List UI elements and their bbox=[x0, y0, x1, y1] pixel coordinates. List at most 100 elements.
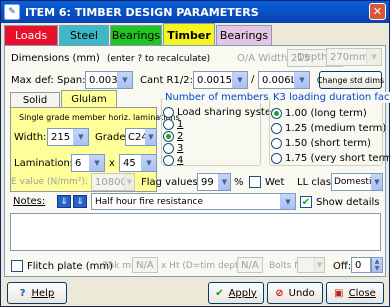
members-option-3[interactable]: 3 bbox=[163, 143, 183, 154]
lamination-thickness-value: 45 bbox=[123, 157, 136, 169]
wet-label: Wet bbox=[265, 176, 285, 188]
k3-option-label: 1.75 (very short term) bbox=[285, 153, 390, 164]
members-title: Number of members bbox=[163, 92, 271, 103]
off-input[interactable]: 0 bbox=[351, 257, 371, 273]
laminations-select[interactable]: 6 ▼ bbox=[71, 154, 105, 172]
percent-label: % bbox=[234, 177, 244, 188]
chevron-down-icon: ▼ bbox=[366, 49, 381, 65]
help-icon: ? bbox=[19, 287, 26, 299]
checkbox-icon bbox=[11, 260, 23, 272]
members-option-label: 3 bbox=[177, 143, 184, 154]
grade-value: C24 bbox=[128, 131, 145, 143]
tab-glulam[interactable]: Glulam bbox=[61, 90, 117, 108]
wet-checkbox[interactable]: Wet bbox=[249, 176, 284, 188]
oa-width-label: O/A Width: bbox=[237, 53, 291, 64]
members-option-1[interactable]: 1 bbox=[163, 119, 183, 130]
e-value-select[interactable]: 10800 ▼ bbox=[91, 173, 135, 191]
ll-class-value: Domestic bbox=[334, 177, 371, 187]
cant-select[interactable]: 0.0015L ▼ bbox=[193, 71, 248, 89]
notes-textarea[interactable] bbox=[10, 213, 381, 251]
k3-option-very-short[interactable]: 1.75 (very short term) bbox=[271, 153, 390, 164]
chevron-down-icon: ▼ bbox=[145, 129, 156, 145]
e-value-label: E value (N/mm²): bbox=[11, 177, 88, 187]
span-value: 0.003L bbox=[89, 74, 117, 86]
help-button[interactable]: ? Help bbox=[7, 282, 67, 304]
depth-select[interactable]: 270mm ▼ bbox=[326, 48, 382, 66]
max-def-label: Max def: bbox=[11, 75, 54, 86]
span-select[interactable]: 0.003L ▼ bbox=[85, 71, 133, 89]
depth-value: 270mm bbox=[330, 51, 366, 63]
radio-icon bbox=[163, 155, 174, 166]
window-title: ITEM 6: TIMBER DESIGN PARAMETERS bbox=[25, 5, 259, 19]
tab-bearings[interactable]: Bearings bbox=[216, 25, 272, 45]
tab-bearings-green[interactable]: Bearings bbox=[110, 25, 162, 45]
notes-label: Notes: bbox=[13, 196, 46, 207]
undo-icon: ⊘ bbox=[275, 287, 284, 299]
ll-class-select[interactable]: Domestic ▼ bbox=[331, 173, 383, 191]
chevron-down-icon: ▼ bbox=[124, 174, 134, 190]
members-option-label: Load sharing system bbox=[177, 107, 281, 118]
undo-button[interactable]: ⊘ Undo bbox=[267, 282, 323, 304]
lamination-thickness-select[interactable]: 45 ▼ bbox=[119, 154, 157, 172]
undo-label: Undo bbox=[288, 287, 315, 299]
cant2-select[interactable]: 0.006L ▼ bbox=[258, 71, 310, 89]
window-close-button[interactable]: ✕ bbox=[369, 3, 386, 20]
close-button[interactable]: ▣ Close bbox=[326, 282, 384, 304]
cant-label: Cant R1/2: bbox=[140, 75, 193, 86]
fire-resistance-select[interactable]: Half hour fire resistance ▼ bbox=[91, 193, 296, 210]
double-down-arrow-icon: ⇓ bbox=[76, 196, 84, 207]
width-select[interactable]: 215 ▼ bbox=[47, 128, 89, 146]
close-label: Close bbox=[348, 287, 376, 299]
chevron-down-icon: ▼ bbox=[280, 194, 295, 209]
thk-input[interactable]: N/A bbox=[132, 257, 158, 273]
members-option-4[interactable]: 4 bbox=[163, 155, 183, 166]
members-option-load-sharing[interactable]: Load sharing system bbox=[163, 107, 281, 118]
close-door-icon: ▣ bbox=[334, 287, 344, 299]
k3-option-short[interactable]: 1.50 (short term) bbox=[271, 138, 371, 149]
off-spinner[interactable]: ▲ ▼ bbox=[371, 257, 383, 273]
grade-label: Grade: bbox=[95, 132, 129, 143]
e-value-value: 10800 bbox=[95, 176, 124, 188]
off-label: Off: bbox=[333, 261, 352, 272]
times-label: x bbox=[109, 158, 115, 169]
members-option-label: 1 bbox=[177, 119, 184, 130]
k3-title: K3 loading duration factor bbox=[271, 92, 390, 103]
radio-icon bbox=[163, 107, 174, 118]
bolts-select[interactable]: ▼ bbox=[297, 257, 325, 273]
radio-icon bbox=[271, 153, 282, 164]
tab-timber[interactable]: Timber bbox=[163, 23, 215, 46]
radio-icon bbox=[163, 119, 174, 130]
title-bar: ✎ ITEM 6: TIMBER DESIGN PARAMETERS ✕ bbox=[1, 1, 389, 23]
notes-down-button[interactable]: ⇓ bbox=[57, 195, 71, 208]
apply-button[interactable]: ✔ Apply bbox=[208, 282, 264, 304]
change-std-dims-button[interactable]: Change std dims bbox=[317, 71, 384, 89]
tab-solid[interactable]: Solid bbox=[10, 92, 60, 108]
app-icon: ✎ bbox=[4, 4, 20, 20]
dimensions-label: Dimensions (mm) bbox=[11, 53, 100, 64]
members-option-2[interactable]: 2 bbox=[163, 131, 183, 142]
cant-value: 0.0015L bbox=[197, 74, 232, 86]
k3-option-label: 1.25 (medium term) bbox=[285, 123, 387, 134]
spin-down-icon: ▼ bbox=[374, 265, 380, 272]
fire-resistance-value: Half hour fire resistance bbox=[95, 196, 204, 207]
tab-loads[interactable]: Loads bbox=[4, 25, 58, 45]
flitch-plate-checkbox[interactable]: Flitch plate (mm) bbox=[11, 260, 113, 272]
grade-select[interactable]: C24 ▼ bbox=[125, 128, 157, 146]
chevron-down-icon: ▼ bbox=[371, 174, 382, 190]
radio-icon bbox=[163, 143, 174, 154]
span-label: Span: bbox=[57, 75, 86, 86]
chevron-down-icon: ▼ bbox=[89, 155, 104, 171]
notes-insert-button[interactable]: ⇓ bbox=[73, 195, 87, 208]
chevron-down-icon: ▼ bbox=[218, 174, 230, 190]
flag-values-select[interactable]: 99 ▼ bbox=[197, 173, 231, 191]
tab-steel[interactable]: Steel bbox=[59, 25, 109, 45]
width-label: Width: bbox=[14, 132, 47, 143]
k3-option-long[interactable]: 1.00 (long term) bbox=[271, 108, 367, 119]
show-details-checkbox[interactable]: ✔ Show details bbox=[300, 196, 379, 208]
chevron-down-icon: ▼ bbox=[117, 72, 132, 88]
radio-selected-icon bbox=[163, 131, 174, 142]
ht-input[interactable]: N/A bbox=[237, 257, 263, 273]
k3-option-medium[interactable]: 1.25 (medium term) bbox=[271, 123, 386, 134]
cant2-value: 0.006L bbox=[262, 74, 294, 86]
double-down-arrow-icon: ⇓ bbox=[60, 196, 68, 207]
